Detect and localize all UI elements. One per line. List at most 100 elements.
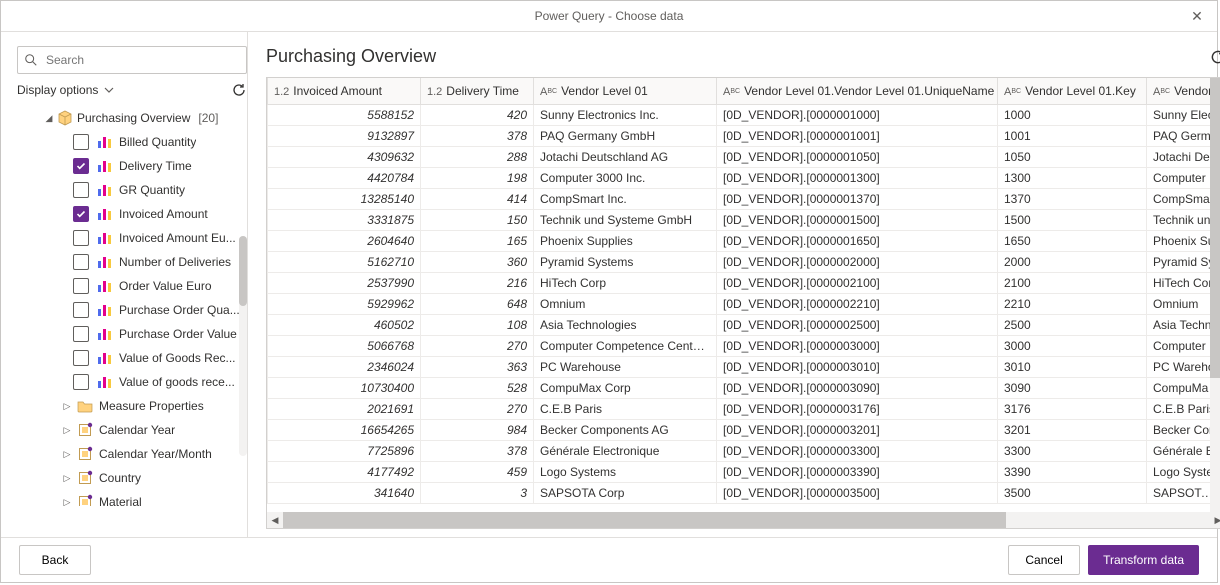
horizontal-scrollbar[interactable]: ◀ ▶ [267,512,1220,528]
scroll-left-arrow[interactable]: ◀ [267,512,283,528]
cell: 3 [421,483,534,504]
table-row[interactable]: 460502108Asia Technologies[0D_VENDOR].[0… [268,315,1220,336]
checkbox[interactable] [73,326,89,342]
table-row[interactable]: 4177492459Logo Systems[0D_VENDOR].[00000… [268,462,1220,483]
checkbox[interactable] [73,278,89,294]
measure-item[interactable]: GR Quantity [17,178,247,202]
cell: 4309632 [268,147,421,168]
tree-view[interactable]: ◢ Purchasing Overview [20] Billed Quanti… [17,106,247,506]
table-row[interactable]: 4309632288Jotachi Deutschland AG[0D_VEND… [268,147,1220,168]
checkbox[interactable] [73,206,89,222]
transform-data-button[interactable]: Transform data [1088,545,1199,575]
cell: PC Wareho [1147,357,1220,378]
column-header[interactable]: ABCVendor Level 01 [534,78,717,105]
measure-item[interactable]: Purchase Order Value [17,322,247,346]
table-row[interactable]: 13285140414CompSmart Inc.[0D_VENDOR].[00… [268,189,1220,210]
measure-item[interactable]: Value of goods rece... [17,370,247,394]
checkbox[interactable] [73,230,89,246]
refresh-preview-button[interactable] [1209,48,1220,66]
search-input-wrap[interactable] [17,46,247,74]
measure-item[interactable]: Order Value Euro [17,274,247,298]
cell: Computer [1147,168,1220,189]
table-row[interactable]: 10730400528CompuMax Corp[0D_VENDOR].[000… [268,378,1220,399]
table-row[interactable]: 2021691270C.E.B Paris[0D_VENDOR].[000000… [268,399,1220,420]
tree-group[interactable]: ▷Calendar Year/Month [17,442,247,466]
column-header[interactable]: 1.2Invoiced Amount [268,78,421,105]
cell: [0D_VENDOR].[0000001000] [717,105,998,126]
checkbox[interactable] [73,302,89,318]
cell: C.E.B Paris [1147,399,1220,420]
measure-item[interactable]: Number of Deliveries [17,250,247,274]
expand-icon[interactable]: ▷ [61,449,73,460]
column-header[interactable]: 1.2Delivery Time [421,78,534,105]
measure-icon [97,207,113,221]
cell: [0D_VENDOR].[0000001370] [717,189,998,210]
checkbox[interactable] [73,134,89,150]
column-header[interactable]: ABCVendor Level 01.Vendor Level 01.Uniqu… [717,78,998,105]
table-row[interactable]: 3331875150Technik und Systeme GmbH[0D_VE… [268,210,1220,231]
measure-item[interactable]: Value of Goods Rec... [17,346,247,370]
column-header[interactable]: ABCVendor Level 01.Key [998,78,1147,105]
measure-item[interactable]: Purchase Order Qua... [17,298,247,322]
measure-label: Invoiced Amount Eu... [119,231,236,245]
collapse-icon[interactable]: ◢ [43,113,55,124]
expand-icon[interactable]: ▷ [61,497,73,507]
cell: 198 [421,168,534,189]
table-row[interactable]: 16654265984Becker Components AG[0D_VENDO… [268,420,1220,441]
refresh-tree-button[interactable] [231,82,247,98]
tree-group[interactable]: ▷Measure Properties [17,394,247,418]
checkbox[interactable] [73,182,89,198]
cell: Computer [1147,336,1220,357]
expand-icon[interactable]: ▷ [61,425,73,436]
cancel-button[interactable]: Cancel [1008,545,1080,575]
chevron-down-icon[interactable] [104,85,114,95]
column-label: Vendor Level 01.Key [1025,84,1136,98]
cell: 288 [421,147,534,168]
tree-scroll-thumb[interactable] [239,236,247,306]
tree-group[interactable]: ▷Calendar Year [17,418,247,442]
table-row[interactable]: 5588152420Sunny Electronics Inc.[0D_VEND… [268,105,1220,126]
cell: C.E.B Paris [534,399,717,420]
checkbox[interactable] [73,158,89,174]
tree-group[interactable]: ▷Material [17,490,247,506]
table-row[interactable]: 3416403SAPSOTA Corp[0D_VENDOR].[00000035… [268,483,1220,504]
expand-icon[interactable]: ▷ [61,401,73,412]
tree-root[interactable]: ◢ Purchasing Overview [20] [17,106,247,130]
tree-group[interactable]: ▷Country [17,466,247,490]
horizontal-scroll-thumb[interactable] [283,512,1006,528]
tree-scrollbar[interactable] [239,236,247,456]
search-input[interactable] [44,52,240,68]
scroll-right-arrow[interactable]: ▶ [1210,512,1220,528]
back-button[interactable]: Back [19,545,91,575]
measure-item[interactable]: Billed Quantity [17,130,247,154]
vertical-scroll-thumb[interactable] [1210,78,1220,378]
cell: 2500 [998,315,1147,336]
expand-icon[interactable]: ▷ [61,473,73,484]
table-row[interactable]: 2346024363PC Warehouse[0D_VENDOR].[00000… [268,357,1220,378]
table-row[interactable]: 5066768270Computer Competence Center ...… [268,336,1220,357]
checkbox[interactable] [73,374,89,390]
preview-table[interactable]: 1.2Invoiced Amount1.2Delivery TimeABCVen… [267,78,1220,504]
cell: 9132897 [268,126,421,147]
table-row[interactable]: 4420784198Computer 3000 Inc.[0D_VENDOR].… [268,168,1220,189]
column-header[interactable]: ABCVendor Le [1147,78,1220,105]
vertical-scrollbar[interactable] [1210,78,1220,512]
cell: 4177492 [268,462,421,483]
checkbox[interactable] [73,254,89,270]
table-row[interactable]: 5929962648Omnium[0D_VENDOR].[0000002210]… [268,294,1220,315]
close-button[interactable]: ✕ [1185,8,1209,25]
table-row[interactable]: 7725896378Générale Electronique[0D_VENDO… [268,441,1220,462]
checkbox[interactable] [73,350,89,366]
cell: 216 [421,273,534,294]
table-row[interactable]: 5162710360Pyramid Systems[0D_VENDOR].[00… [268,252,1220,273]
measure-item[interactable]: Invoiced Amount Eu... [17,226,247,250]
cell: 150 [421,210,534,231]
cell: Asia Technologies [534,315,717,336]
table-row[interactable]: 2604640165Phoenix Supplies[0D_VENDOR].[0… [268,231,1220,252]
measure-item[interactable]: Invoiced Amount [17,202,247,226]
table-row[interactable]: 2537990216HiTech Corp[0D_VENDOR].[000000… [268,273,1220,294]
cell: Computer Competence Center ... [534,336,717,357]
display-options-label[interactable]: Display options [17,83,98,97]
table-row[interactable]: 9132897378PAQ Germany GmbH[0D_VENDOR].[0… [268,126,1220,147]
measure-item[interactable]: Delivery Time [17,154,247,178]
